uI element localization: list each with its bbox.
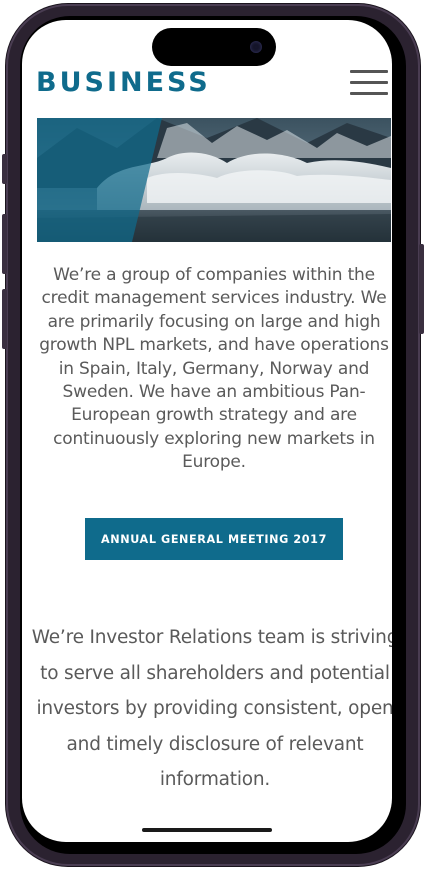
intro-text: We’re a group of companies within the cr… xyxy=(39,265,389,473)
mountain-clouds-image xyxy=(37,118,391,242)
dynamic-island xyxy=(152,28,276,66)
home-indicator[interactable] xyxy=(142,828,272,832)
camera-icon xyxy=(250,41,262,53)
phone-volume-down xyxy=(2,289,7,349)
hamburger-menu-icon[interactable] xyxy=(348,70,390,96)
investor-relations-text: We’re Investor Relations team is strivin… xyxy=(31,627,392,790)
menu-bar xyxy=(350,92,388,95)
phone-silent-switch xyxy=(2,154,7,184)
menu-bar xyxy=(350,81,388,84)
phone-volume-up xyxy=(2,214,7,274)
annual-general-meeting-button[interactable]: ANNUAL GENERAL MEETING 2017 xyxy=(85,518,343,560)
hero-image xyxy=(37,118,391,242)
screen: BUSINESS We’re a group of companies with… xyxy=(22,20,392,842)
phone-power-button xyxy=(419,244,424,334)
menu-bar xyxy=(350,70,388,73)
site-logo[interactable]: BUSINESS xyxy=(36,67,211,98)
